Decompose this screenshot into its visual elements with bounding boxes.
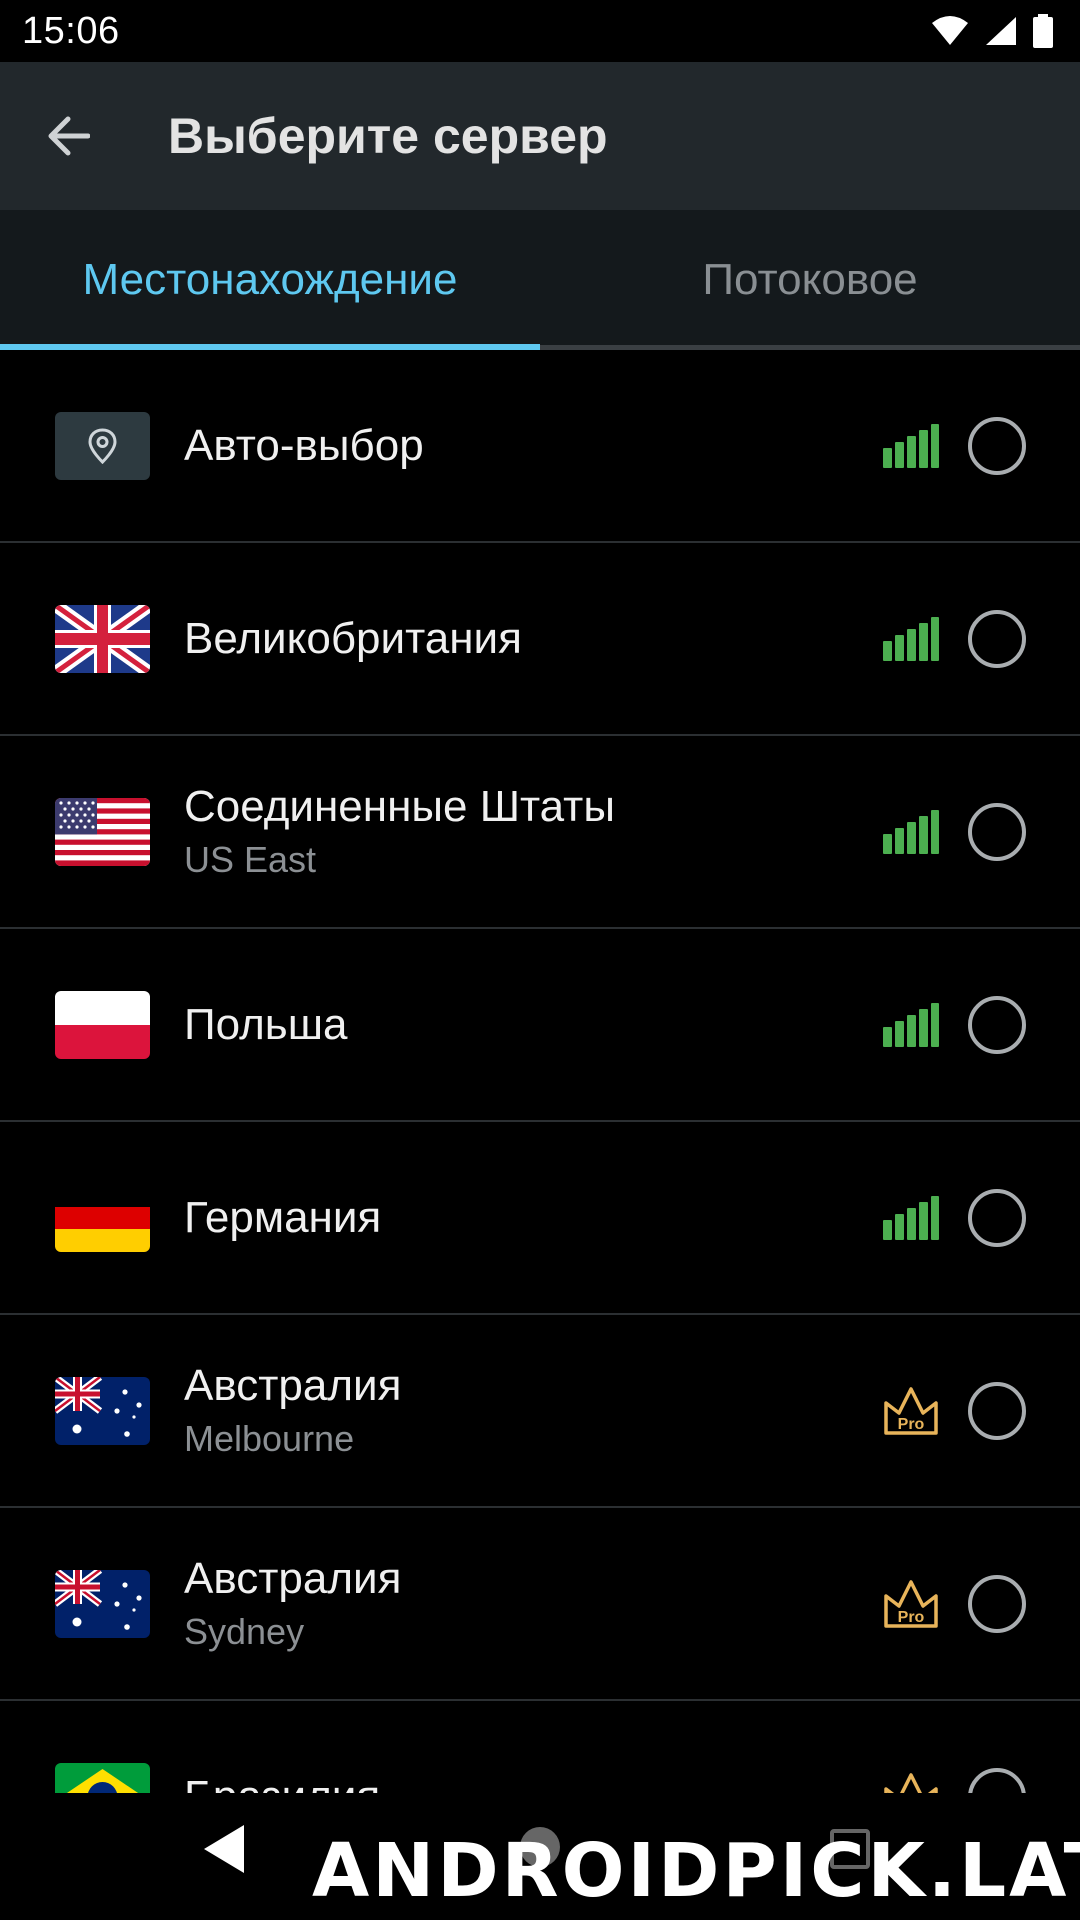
server-city: US East bbox=[184, 838, 317, 880]
cell-signal-icon bbox=[986, 17, 1016, 45]
pro-label: Pro bbox=[898, 1416, 925, 1433]
server-text: Австралия Sydney bbox=[184, 1508, 401, 1699]
server-name: Авто-выбор bbox=[184, 420, 424, 470]
server-text: Польша bbox=[184, 929, 348, 1120]
server-text: Соединенные Штаты US East bbox=[184, 736, 615, 927]
app-root: 15:06 Выберите сервер Местонахождение По… bbox=[0, 0, 1080, 1920]
server-row-us[interactable]: Соединенные Штаты US East bbox=[0, 736, 1080, 929]
page-title: Выберите сервер bbox=[168, 108, 608, 164]
us-flag-icon bbox=[55, 797, 150, 866]
tab-location-label: Местонахождение bbox=[82, 255, 458, 304]
server-row-poland[interactable]: Польша bbox=[0, 929, 1080, 1122]
australia-flag-icon bbox=[55, 1376, 150, 1445]
location-pin-icon bbox=[55, 411, 150, 480]
server-text: Великобритания bbox=[184, 543, 522, 734]
server-name: Австралия bbox=[184, 1553, 402, 1603]
radio-button[interactable] bbox=[968, 1188, 1026, 1247]
server-name: Австралия bbox=[184, 1360, 402, 1410]
radio-button[interactable] bbox=[968, 995, 1026, 1054]
signal-strength-icon bbox=[883, 616, 939, 661]
tab-location[interactable]: Местонахождение bbox=[0, 210, 540, 350]
brazil-flag-icon bbox=[55, 1762, 150, 1793]
server-text: Германия bbox=[184, 1122, 381, 1313]
germany-flag-icon bbox=[55, 1183, 150, 1252]
server-row-germany[interactable]: Германия bbox=[0, 1122, 1080, 1315]
radio-button[interactable] bbox=[968, 416, 1026, 475]
back-button[interactable] bbox=[0, 62, 136, 210]
poland-flag-icon bbox=[55, 990, 150, 1059]
server-row-uk[interactable]: Великобритания bbox=[0, 543, 1080, 736]
server-text: Бразилия bbox=[184, 1701, 380, 1794]
watermark: ANDROIDPICK.LAT bbox=[312, 1828, 1080, 1914]
pro-crown-icon: Pro bbox=[884, 1386, 938, 1435]
server-row-australia-sydney[interactable]: Австралия Sydney Pro bbox=[0, 1508, 1080, 1701]
radio-button[interactable] bbox=[968, 802, 1026, 861]
server-name: Польша bbox=[184, 999, 348, 1049]
pro-crown-icon: Pro bbox=[884, 1772, 938, 1793]
signal-strength-icon bbox=[883, 423, 939, 468]
server-text: Австралия Melbourne bbox=[184, 1315, 401, 1506]
tab-bar: Местонахождение Потоковое bbox=[0, 210, 1080, 350]
signal-strength-icon bbox=[883, 1002, 939, 1047]
status-time: 15:06 bbox=[22, 9, 120, 52]
server-city: Melbourne bbox=[184, 1417, 355, 1459]
radio-button[interactable] bbox=[968, 1574, 1026, 1633]
arrow-left-icon bbox=[48, 116, 90, 156]
signal-strength-icon bbox=[883, 1195, 939, 1240]
app-bar: Выберите сервер bbox=[0, 62, 1080, 210]
radio-button[interactable] bbox=[968, 1381, 1026, 1440]
pro-crown-icon: Pro bbox=[884, 1579, 938, 1628]
uk-flag-icon bbox=[55, 604, 150, 673]
server-name: Великобритания bbox=[184, 613, 522, 663]
server-city: Sydney bbox=[184, 1610, 305, 1652]
radio-button[interactable] bbox=[968, 609, 1026, 668]
server-name: Бразилия bbox=[184, 1769, 380, 1794]
server-row-australia-melbourne[interactable]: Австралия Melbourne Pro bbox=[0, 1315, 1080, 1508]
server-name: Соединенные Штаты bbox=[184, 781, 615, 831]
server-list[interactable]: Авто-выбор Великобритания Соединенные Шт… bbox=[0, 350, 1080, 1793]
australia-flag-icon bbox=[55, 1569, 150, 1638]
signal-strength-icon bbox=[883, 809, 939, 854]
wifi-icon bbox=[932, 16, 968, 45]
server-row-brazil[interactable]: Бразилия Pro bbox=[0, 1701, 1080, 1793]
radio-button[interactable] bbox=[968, 1767, 1026, 1793]
server-text: Авто-выбор bbox=[184, 350, 424, 541]
battery-icon bbox=[1033, 14, 1053, 48]
pro-label: Pro bbox=[898, 1609, 925, 1626]
server-row-auto[interactable]: Авто-выбор bbox=[0, 350, 1080, 543]
tab-streaming-label: Потоковое bbox=[702, 255, 918, 304]
server-name: Германия bbox=[184, 1192, 382, 1242]
status-bar: 15:06 bbox=[0, 0, 1080, 62]
tab-streaming[interactable]: Потоковое bbox=[540, 210, 1080, 350]
status-icons bbox=[930, 14, 1054, 48]
nav-back-icon[interactable] bbox=[200, 1823, 246, 1875]
